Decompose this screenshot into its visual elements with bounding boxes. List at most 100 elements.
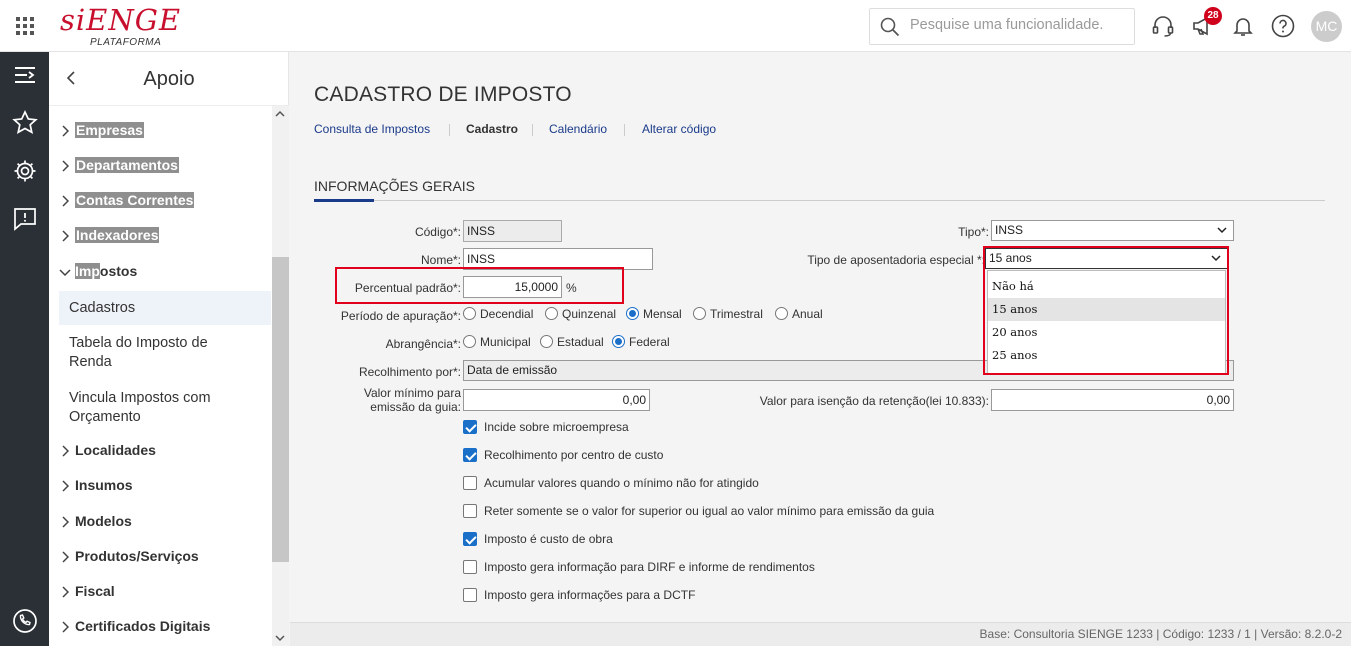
sidebar-item-label: Modelos — [75, 513, 132, 529]
sidebar-item-label: Certificados Digitais — [75, 618, 211, 634]
tab-separator — [624, 124, 625, 136]
sidebar-item-localidades[interactable]: Localidades — [49, 436, 271, 466]
radio-trimestral[interactable]: Trimestral — [693, 307, 763, 321]
scroll-down-icon[interactable] — [275, 634, 285, 642]
sidebar-subitem-vincula-impostos[interactable]: Vincula Impostos com Orçamento — [59, 389, 229, 427]
valor-minimo-label: Valor mínimo para emissão da guia: — [364, 386, 461, 414]
apps-grid-icon[interactable] — [16, 17, 34, 35]
codigo-label: Código*: — [414, 225, 461, 239]
radio-circle — [545, 307, 558, 320]
radio-quinzenal[interactable]: Quinzenal — [545, 307, 616, 321]
checkbox-dctf[interactable]: Imposto gera informações para a DCTF — [463, 588, 695, 602]
search-box[interactable] — [869, 8, 1135, 45]
highlight-box-percentual — [335, 267, 624, 304]
chevron-right-icon — [62, 586, 69, 598]
star-icon[interactable] — [12, 110, 38, 136]
tab-consulta-impostos[interactable]: Consulta de Impostos — [314, 122, 430, 136]
radio-anual[interactable]: Anual — [775, 307, 823, 321]
tipo-aposentadoria-label: Tipo de aposentadoria especial *: — [807, 253, 985, 267]
checkbox-recolhimento-centro-custo[interactable]: Recolhimento por centro de custo — [463, 448, 663, 462]
sienge-logo[interactable]: siENGE — [60, 4, 181, 36]
label-line: Valor mínimo para — [363, 386, 461, 400]
notifications-badge: 28 — [1204, 7, 1222, 25]
chevron-right-icon — [62, 445, 69, 457]
tab-cadastro[interactable]: Cadastro — [466, 122, 518, 136]
icon-rail — [0, 52, 49, 646]
section-title: INFORMAÇÕES GERAIS — [314, 178, 476, 194]
tab-alterar-codigo[interactable]: Alterar código — [642, 122, 716, 136]
feedback-icon[interactable] — [12, 206, 38, 232]
tipo-select[interactable]: INSS — [991, 220, 1234, 241]
isencao-field[interactable]: 0,00 — [991, 389, 1234, 411]
recolhimento-label: Recolhimento por*: — [358, 365, 461, 379]
sidebar-item-indexadores[interactable]: Indexadores — [49, 221, 271, 251]
chevron-right-icon — [62, 516, 69, 528]
user-avatar[interactable]: MC — [1311, 11, 1342, 42]
scroll-up-icon[interactable] — [275, 110, 285, 118]
main-scrollbar[interactable] — [1342, 52, 1351, 622]
chevron-right-icon — [62, 160, 69, 172]
search-input[interactable] — [910, 17, 1125, 33]
help-icon[interactable] — [1271, 14, 1295, 38]
radio-label: Municipal — [480, 335, 531, 349]
radio-decendial[interactable]: Decendial — [463, 307, 533, 321]
radio-label: Decendial — [480, 307, 534, 321]
checkbox-custo-obra[interactable]: Imposto é custo de obra — [463, 532, 613, 546]
isencao-label: Valor para isenção da retenção(lei 10.83… — [759, 394, 989, 408]
tab-calendario[interactable]: Calendário — [549, 122, 607, 136]
sidebar-item-label: Indexadores — [75, 227, 160, 243]
sidebar-item-contas-correntes[interactable]: Contas Correntes — [49, 186, 271, 216]
radio-label: Estadual — [557, 335, 604, 349]
phone-icon[interactable] — [12, 608, 38, 634]
checkbox-label: Acumular valores quando o mínimo não for… — [484, 476, 759, 490]
sidebar-subitem-cadastros[interactable]: Cadastros — [59, 291, 271, 325]
checkbox-dirf[interactable]: Imposto gera informação para DIRF e info… — [463, 560, 815, 574]
label-rest: ostos — [99, 263, 138, 279]
sidebar-item-modelos[interactable]: Modelos — [49, 507, 271, 537]
radio-circle — [693, 307, 706, 320]
menu-collapse-icon[interactable] — [12, 62, 38, 88]
radio-municipal[interactable]: Municipal — [463, 335, 531, 349]
checkbox-label: Imposto é custo de obra — [484, 532, 613, 546]
radio-estadual[interactable]: Estadual — [540, 335, 604, 349]
sidebar-item-empresas[interactable]: Empresas — [49, 116, 271, 146]
tab-separator — [532, 124, 533, 136]
radio-mensal[interactable]: Mensal — [626, 307, 682, 321]
sidebar-item-certificados-digitais[interactable]: Certificados Digitais — [49, 612, 271, 642]
highlight-box-aposentadoria — [983, 246, 1229, 375]
tab-separator — [449, 124, 450, 136]
checkbox-box-checked — [463, 448, 477, 462]
sidebar-item-label: Insumos — [75, 477, 133, 493]
chevron-down-icon — [59, 269, 71, 276]
sidebar-item-departamentos[interactable]: Departamentos — [49, 151, 271, 181]
checkbox-label: Imposto gera informação para DIRF e info… — [484, 560, 815, 574]
abrangencia-label: Abrangência*: — [385, 337, 461, 351]
sidebar-subitem-tabela-imposto-renda[interactable]: Tabela do Imposto de Renda — [59, 334, 229, 372]
gear-icon[interactable] — [12, 158, 38, 184]
radio-label: Quinzenal — [562, 307, 617, 321]
checkbox-reter-somente[interactable]: Reter somente se o valor for superior ou… — [463, 504, 934, 518]
valor-minimo-field[interactable]: 0,00 — [463, 389, 650, 411]
sidebar-item-impostos[interactable]: Impostos — [49, 257, 271, 287]
nome-label: Nome*: — [420, 253, 461, 267]
bell-icon[interactable] — [1231, 14, 1255, 38]
checkbox-acumular-valores[interactable]: Acumular valores quando o mínimo não for… — [463, 476, 759, 490]
codigo-field[interactable]: INSS — [463, 220, 562, 242]
sidebar-scroll-thumb[interactable] — [272, 257, 289, 562]
radio-federal[interactable]: Federal — [612, 335, 670, 349]
sidebar-item-fiscal[interactable]: Fiscal — [49, 577, 271, 607]
checkbox-label: Reter somente se o valor for superior ou… — [484, 504, 935, 518]
radio-label: Anual — [792, 307, 823, 321]
checkbox-box — [463, 504, 477, 518]
chevron-right-icon — [62, 230, 69, 242]
sidebar-item-insumos[interactable]: Insumos — [49, 471, 271, 501]
search-icon — [880, 17, 900, 37]
checkbox-label: Recolhimento por centro de custo — [484, 448, 664, 462]
chevron-right-icon — [62, 480, 69, 492]
checkbox-incide-microempresa[interactable]: Incide sobre microempresa — [463, 420, 629, 434]
footer: Base: Consultoria SIENGE 1233 | Código: … — [290, 622, 1351, 646]
sidebar-item-produtos-servicos[interactable]: Produtos/Serviços — [49, 542, 271, 572]
headset-icon[interactable] — [1151, 14, 1175, 38]
sidebar-item-label: Produtos/Serviços — [75, 548, 199, 564]
sidebar-title: Apoio — [143, 68, 195, 90]
